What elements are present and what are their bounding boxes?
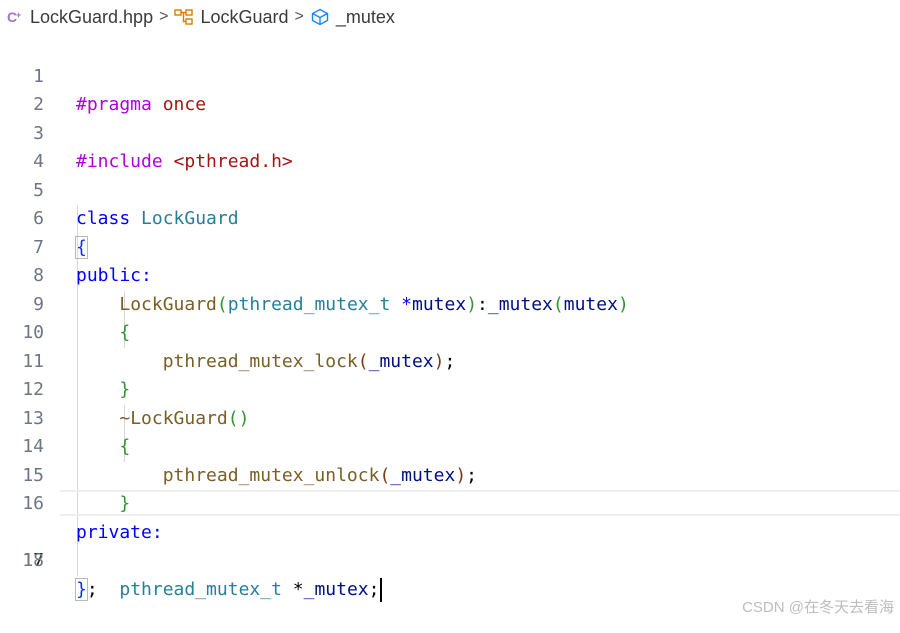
code-line: 11 } <box>0 319 900 401</box>
field-icon <box>311 8 329 26</box>
brace: } <box>75 577 88 601</box>
code-line: 8 LockGuard(pthread_mutex_t *mutex):_mut… <box>0 234 900 315</box>
semicolon: ; <box>368 578 380 600</box>
code-line: 9 { <box>0 262 900 344</box>
breadcrumb-class[interactable]: LockGuard <box>174 6 289 28</box>
code-line: 15 } <box>0 433 900 515</box>
type-name: pthread_mutex_t <box>119 578 282 600</box>
code-line: 4 <box>0 120 900 172</box>
line-number: 18 <box>22 550 44 571</box>
code-line: 14 pthread_mutex_unlock(_mutex); <box>0 405 900 486</box>
semicolon: ; <box>86 578 98 600</box>
code-line: 1 #pragma once <box>0 34 900 116</box>
breadcrumb-file-label: LockGuard.hpp <box>30 6 154 27</box>
code-line-current: 17 pthread_mutex_t *_mutex; <box>0 490 900 602</box>
watermark: CSDN @在冬天去看海 <box>742 599 894 616</box>
code-line: 5 class LockGuard <box>0 148 900 230</box>
svg-text:+: + <box>16 10 21 20</box>
chevron-right-icon: > <box>294 8 304 25</box>
code-line: 10 pthread_mutex_lock(_mutex); <box>0 291 900 372</box>
code-editor[interactable]: 1 #pragma once 2 3 #include <pthread.h> … <box>0 34 900 602</box>
code-line: 7 public: <box>0 205 900 287</box>
member-name: _mutex <box>303 578 369 600</box>
code-line: 2 <box>0 63 900 115</box>
code-line: 6 { <box>0 177 900 259</box>
breadcrumb-member-label: _mutex <box>335 6 395 27</box>
breadcrumb: C + LockGuard.hpp > LockGuard > _mutex <box>0 0 900 34</box>
pointer-op: * <box>281 578 304 600</box>
breadcrumb-file[interactable]: C + LockGuard.hpp <box>6 7 153 28</box>
code-line: 12 ~LockGuard() <box>0 348 900 429</box>
current-line-highlight <box>60 490 900 516</box>
code-line: 13 { <box>0 376 900 458</box>
breadcrumb-member[interactable]: _mutex <box>310 7 395 28</box>
class-icon <box>174 9 194 25</box>
code-line: 3 #include <pthread.h> <box>0 91 900 173</box>
breadcrumb-class-label: LockGuard <box>200 6 289 27</box>
code-line: 18 }; <box>0 519 900 601</box>
code-line: 16 private: <box>0 462 900 543</box>
chevron-right-icon: > <box>159 8 169 25</box>
cpp-file-icon: C + <box>7 9 21 25</box>
text-cursor <box>380 577 383 602</box>
